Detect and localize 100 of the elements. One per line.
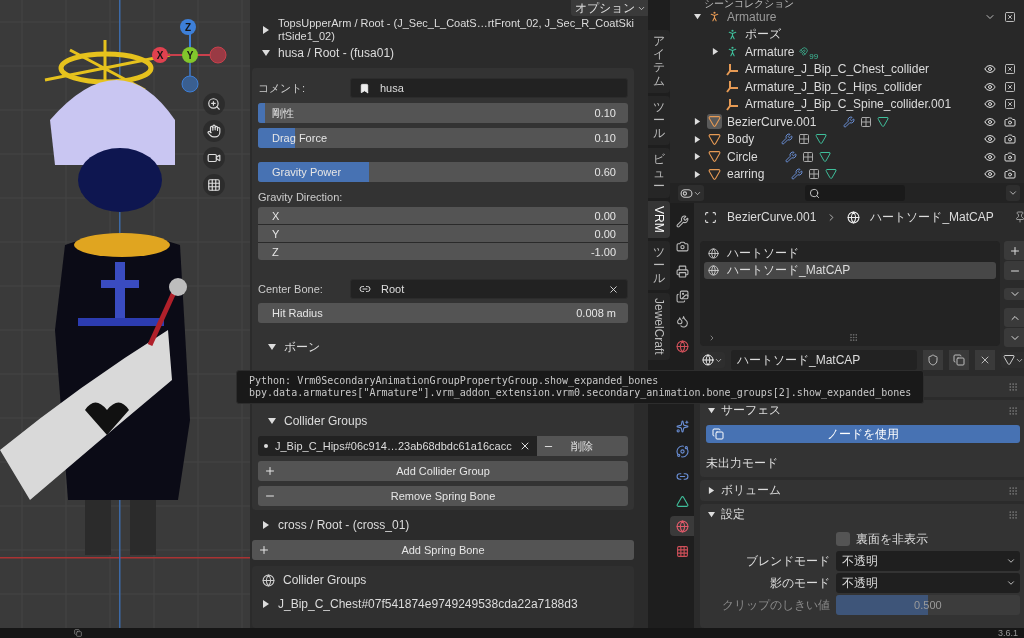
comment-field[interactable]: husa	[350, 78, 628, 98]
pin-icon[interactable]	[1013, 211, 1024, 223]
disclosure-triangle-icon[interactable]	[708, 511, 715, 518]
object-name[interactable]: earring	[727, 167, 765, 182]
material-name-field[interactable]: ハートソード_MatCAP	[731, 350, 917, 370]
number-field[interactable]: Y 0.00	[258, 225, 628, 242]
drag-handle-icon[interactable]	[1007, 485, 1018, 496]
object-name[interactable]: Armature_J_Bip_C_Chest_collider	[745, 62, 930, 77]
number-field[interactable]: X 0.00	[258, 207, 628, 224]
remove-slot-button[interactable]	[1003, 261, 1024, 280]
expand-icon[interactable]	[708, 333, 716, 342]
sidebar-tab[interactable]: ツール	[648, 95, 670, 146]
panel-title[interactable]: 設定	[721, 506, 745, 523]
object-name[interactable]: BezierCurve.001	[727, 114, 817, 129]
move-up-button[interactable]	[1003, 308, 1024, 327]
resize-handle-icon[interactable]	[849, 333, 859, 342]
camera-icon[interactable]	[1004, 168, 1016, 181]
disclosure-triangle-icon[interactable]	[708, 487, 715, 494]
collider-group-item[interactable]: J_Bip_C_Chest#07f541874e9749249538cda22a7188d3	[278, 597, 578, 611]
group-title[interactable]: cross / Root - (cross_01)	[278, 518, 410, 532]
sidebar-tab[interactable]: JewelCraft	[648, 293, 670, 360]
panel-title[interactable]: サーフェス	[721, 402, 781, 419]
eye-icon[interactable]	[984, 98, 996, 111]
disclosure-triangle-icon[interactable]	[708, 407, 715, 414]
disclosure-triangle-icon[interactable]	[262, 26, 270, 34]
options-button[interactable]: オプション	[571, 0, 650, 16]
disclosure-triangle-icon[interactable]	[693, 135, 701, 143]
disclosure-triangle-icon[interactable]	[693, 170, 701, 178]
menu-button[interactable]	[1003, 288, 1024, 300]
disclosure-triangle-icon[interactable]	[268, 417, 276, 425]
number-field[interactable]: Z -1.00	[258, 243, 628, 260]
clear-icon[interactable]	[608, 283, 619, 295]
value-slider[interactable]: Drag Force 0.10	[258, 128, 628, 148]
disclosure-triangle-icon[interactable]	[262, 521, 270, 529]
remove-button[interactable]: Remove Spring Bone	[258, 486, 628, 506]
object-name[interactable]: Armature	[727, 9, 777, 24]
eye-icon[interactable]	[984, 150, 996, 163]
add-button[interactable]: Add Spring Bone	[252, 540, 634, 560]
panel-title[interactable]: ボリューム	[721, 482, 781, 499]
object-icon[interactable]	[707, 114, 722, 130]
properties-tab[interactable]	[670, 516, 694, 536]
object-name[interactable]: Armature_J_Bip_C_Spine_collider.001	[745, 97, 952, 112]
object-icon[interactable]	[725, 96, 740, 112]
eye-icon[interactable]	[984, 133, 996, 146]
object-icon[interactable]	[725, 79, 740, 95]
panel-title[interactable]: Collider Groups	[283, 573, 367, 587]
add-button[interactable]: Add Collider Group	[258, 461, 628, 481]
value-slider[interactable]: Gravity Power 0.60	[258, 162, 628, 182]
dropdown-field[interactable]: 不透明	[836, 573, 1020, 593]
object-name[interactable]: Armature	[745, 44, 795, 59]
sidebar-tab[interactable]: ビュー	[648, 148, 670, 198]
disclosure-triangle-icon[interactable]	[711, 48, 719, 56]
dropdown-field[interactable]: 不透明	[836, 551, 1020, 571]
use-nodes-button[interactable]: ノードを使用	[706, 425, 1020, 443]
disclosure-triangle-icon[interactable]	[693, 153, 701, 161]
drag-handle-icon[interactable]	[1007, 381, 1018, 392]
move-down-button[interactable]	[1003, 328, 1024, 347]
collider-group-field[interactable]: J_Bip_C_Hips#06c914…23ab68dbdc61a16cacc	[258, 436, 537, 456]
remove-button[interactable]: 削除	[536, 436, 628, 456]
object-name[interactable]: Circle	[727, 149, 758, 164]
disclosure-triangle-icon[interactable]	[262, 600, 270, 608]
fake-user-button[interactable]	[922, 350, 943, 370]
number-field[interactable]: Hit Radius 0.008 m	[258, 303, 628, 323]
disclosure-triangle-icon[interactable]	[693, 13, 701, 21]
group-title[interactable]: husa / Root - (fusa01)	[278, 46, 395, 60]
drag-handle-icon[interactable]	[1007, 405, 1018, 416]
camera-icon[interactable]	[1004, 133, 1016, 146]
value-slider[interactable]: 剛性 0.10	[258, 103, 628, 123]
object-icon[interactable]	[725, 61, 740, 77]
object-icon[interactable]	[707, 166, 722, 182]
duplicate-button[interactable]	[948, 350, 969, 370]
section-title[interactable]: ボーン	[284, 338, 320, 356]
camera-icon[interactable]	[1004, 115, 1016, 128]
sidebar-tab[interactable]: ツール	[648, 240, 670, 291]
sidebar-tab[interactable]: アイテム	[648, 30, 670, 93]
sidebar-tab[interactable]: VRM	[648, 200, 670, 238]
checkbox[interactable]	[836, 532, 850, 546]
camera-icon[interactable]	[1004, 150, 1016, 163]
object-name[interactable]: ポーズ	[745, 25, 781, 43]
disclosure-triangle-icon[interactable]	[693, 118, 701, 126]
unlink-button[interactable]	[974, 350, 995, 370]
eye-icon[interactable]	[984, 115, 996, 128]
drag-handle-icon[interactable]	[1007, 509, 1018, 520]
object-icon[interactable]	[707, 149, 722, 165]
eye-icon[interactable]	[984, 80, 996, 93]
object-icon[interactable]	[707, 131, 722, 147]
search-field[interactable]	[805, 185, 905, 201]
section-title[interactable]: Collider Groups	[284, 414, 368, 428]
eye-icon[interactable]	[984, 63, 996, 76]
object-name[interactable]: Body	[727, 132, 755, 147]
material-slot[interactable]: ハートソード_MatCAP	[704, 262, 996, 279]
eye-icon[interactable]	[984, 168, 996, 181]
disclosure-triangle-icon[interactable]	[268, 343, 276, 351]
disclosure-triangle-icon[interactable]	[262, 49, 270, 57]
editor-type-button[interactable]	[678, 185, 704, 201]
group-title[interactable]: TopsUpperArm / Root - (J_Sec_L_CoatS…rtFront_02, J_Sec_R_CoatSkirtSide1_02)	[278, 17, 634, 43]
bone-field[interactable]: Root	[350, 279, 628, 299]
add-slot-button[interactable]	[1003, 241, 1024, 260]
material-slot[interactable]: ハートソード	[704, 245, 996, 262]
object-name[interactable]: Armature_J_Bip_C_Hips_collider	[745, 79, 922, 94]
